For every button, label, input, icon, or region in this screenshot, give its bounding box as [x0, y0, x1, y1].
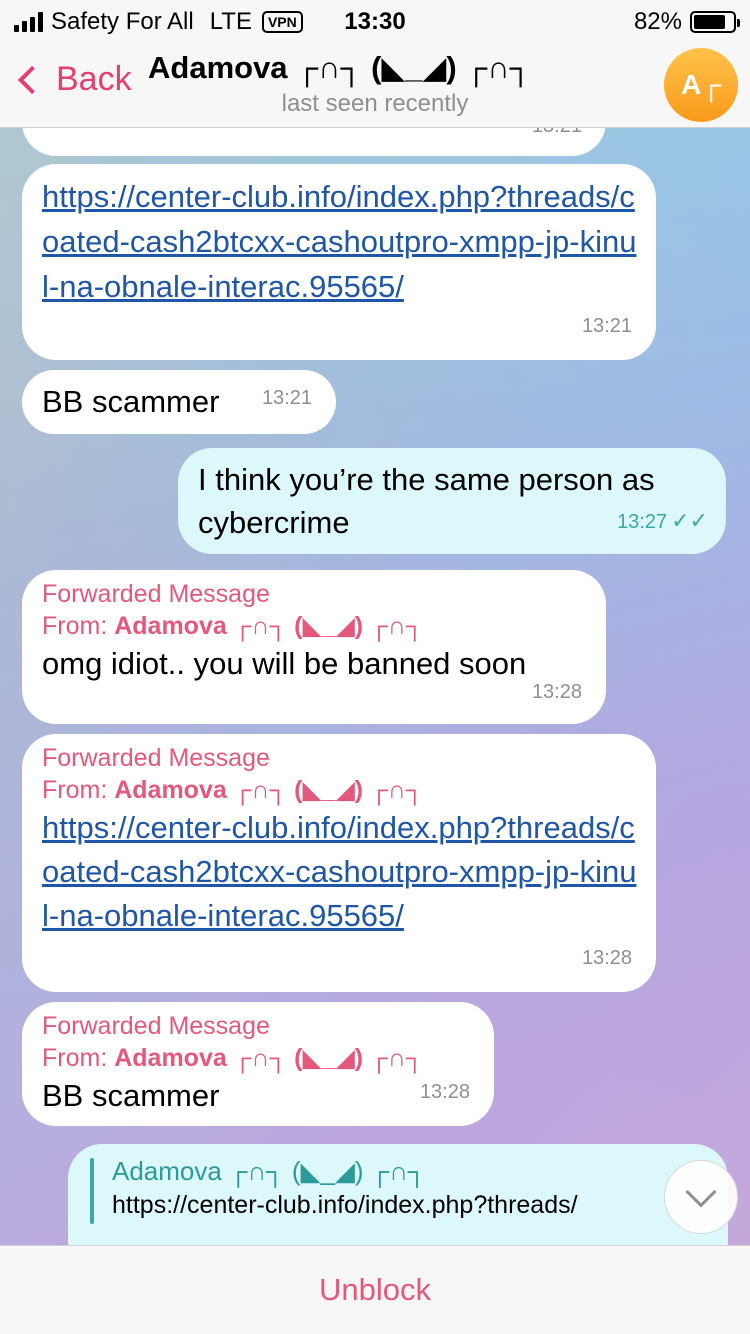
forwarded-from-name: Adamova ┌∩┐ (◣_◢) ┌∩┐ — [114, 1044, 424, 1072]
forwarded-label: Forwarded Message — [42, 744, 270, 772]
message-bubble-forwarded[interactable]: Forwarded Message From: Adamova ┌∩┐ (◣_◢… — [22, 570, 606, 724]
message-text: BB scammer — [42, 1078, 220, 1113]
message-bubble-forwarded[interactable]: Forwarded Message From: Adamova ┌∩┐ (◣_◢… — [22, 734, 656, 992]
message-time: 13:21 — [532, 128, 582, 148]
battery-percent: 82% — [633, 8, 682, 35]
battery-fill — [694, 15, 726, 29]
forwarded-from[interactable]: From: Adamova ┌∩┐ (◣_◢) ┌∩┐ — [42, 1042, 474, 1074]
chat-title[interactable]: Adamova ┌∩┐ (◣_◢) ┌∩┐ — [148, 50, 532, 86]
battery-icon — [690, 11, 740, 33]
read-checkmarks-icon: ✓✓ — [671, 508, 708, 533]
unblock-button[interactable]: Unblock — [319, 1272, 431, 1308]
message-time: 13:28 — [581, 947, 632, 969]
message-time: 13:27 ✓✓ — [617, 499, 708, 544]
forwarded-from-prefix: From: — [42, 1044, 115, 1072]
message-time: 13:21 — [581, 315, 632, 337]
bottom-bar: Unblock — [0, 1245, 750, 1334]
reply-author[interactable]: Adamova ┌∩┐ (◣_◢) ┌∩┐ — [112, 1154, 708, 1188]
message-link[interactable]: https://center-club.info/index.php?threa… — [42, 806, 638, 938]
message-time: 13:21 — [261, 387, 312, 409]
message-bubble-outgoing[interactable]: I think you’re the same person as cyberc… — [178, 448, 726, 554]
avatar[interactable]: A┌ — [664, 48, 738, 122]
message-time: 13:28 — [531, 681, 582, 703]
message-bubble-forwarded[interactable]: Forwarded Message From: Adamova ┌∩┐ (◣_◢… — [22, 1002, 494, 1126]
forwarded-from-prefix: From: — [42, 612, 115, 640]
message-text: BB scammer — [42, 384, 220, 419]
message-time: 13:28 — [419, 1081, 470, 1103]
forwarded-label: Forwarded Message — [42, 580, 270, 608]
reply-preview[interactable]: https://center-club.info/index.php?threa… — [112, 1188, 682, 1222]
message-text: omg idiot.. you will be banned soon — [42, 646, 527, 681]
message-time-text: 13:27 — [617, 511, 668, 533]
chat-status: last seen recently — [281, 90, 469, 117]
forwarded-from-prefix: From: — [42, 776, 115, 804]
forwarded-from-name: Adamova ┌∩┐ (◣_◢) ┌∩┐ — [114, 776, 424, 804]
message-bubble[interactable]: BB scammer 13:21 — [22, 370, 336, 434]
scroll-down-button[interactable] — [664, 1160, 738, 1234]
message-bubble[interactable]: 13:21 — [22, 128, 606, 156]
chevron-down-icon — [685, 1176, 717, 1208]
chat-area[interactable]: 13:21 https://center-club.info/index.php… — [0, 128, 750, 1245]
forwarded-from-name: Adamova ┌∩┐ (◣_◢) ┌∩┐ — [114, 612, 424, 640]
message-bubble-outgoing-reply[interactable]: Adamova ┌∩┐ (◣_◢) ┌∩┐ https://center-clu… — [68, 1144, 728, 1245]
forwarded-label: Forwarded Message — [42, 1012, 270, 1040]
status-bar: Safety For All LTE VPN 13:30 82% — [0, 0, 750, 40]
nav-bar: Back Adamova ┌∩┐ (◣_◢) ┌∩┐ last seen rec… — [0, 40, 750, 128]
status-right: 82% — [633, 8, 740, 36]
forwarded-from[interactable]: From: Adamova ┌∩┐ (◣_◢) ┌∩┐ — [42, 610, 586, 642]
forwarded-from[interactable]: From: Adamova ┌∩┐ (◣_◢) ┌∩┐ — [42, 774, 636, 806]
reply-bar — [90, 1158, 94, 1224]
message-link[interactable]: https://center-club.info/index.php?threa… — [42, 174, 638, 309]
message-bubble[interactable]: https://center-club.info/index.php?threa… — [22, 164, 656, 360]
